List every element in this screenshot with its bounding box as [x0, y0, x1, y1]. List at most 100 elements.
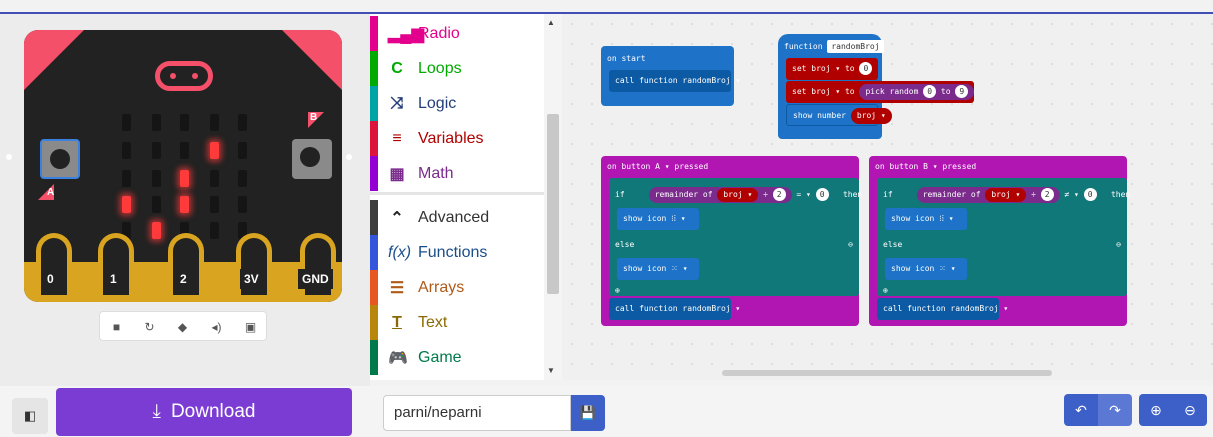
download-button[interactable]: ⤓ Download — [56, 388, 352, 436]
set-variable-block[interactable]: set broj ▾ to 0 — [786, 58, 878, 80]
led — [152, 222, 161, 239]
if-condition-row: if remainder of broj ▾ ÷ 2 ≠ ▾ 0 then — [877, 184, 1130, 206]
minus-icon[interactable]: ⊖ — [1116, 234, 1121, 256]
project-name-input[interactable]: parni/neparni — [383, 395, 571, 431]
stop-icon[interactable]: ■ — [100, 312, 133, 342]
set-variable-random-block[interactable]: set broj ▾ to pick random 0 to 9 — [786, 81, 975, 103]
function-header: function randomBroj — [778, 36, 884, 58]
call-function-block[interactable]: call function randomBroj ▾ — [609, 298, 740, 320]
toolbox-category-variables[interactable]: ≡ Variables — [370, 121, 544, 156]
chevron-up-icon: ⌃ — [390, 209, 404, 227]
toolbox-category-game[interactable]: 🎮 Game — [370, 340, 544, 375]
function-keyword: function — [784, 42, 823, 51]
on-button-b-block[interactable]: on button B ▾ pressed if remainder of br… — [869, 156, 1130, 326]
value-field[interactable]: 0 — [859, 62, 873, 75]
led — [180, 114, 189, 131]
toolbox-category-functions[interactable]: f(x) Functions — [370, 235, 544, 270]
microbit-board: A B 0 1 2 3V GND — [24, 30, 342, 302]
button-b[interactable] — [292, 139, 332, 179]
zoom-in-button[interactable]: ⊕ — [1139, 394, 1173, 426]
redo-icon: ↷ — [1109, 402, 1121, 418]
radio-icon: ▂▄▆ — [388, 25, 424, 43]
toolbox-scrollbar-thumb[interactable] — [547, 114, 559, 294]
led — [210, 196, 219, 213]
minus-icon[interactable]: ⊖ — [848, 234, 853, 256]
toolbox-category-advanced[interactable]: ⌃ Advanced — [370, 200, 544, 235]
led — [152, 114, 161, 131]
led — [122, 142, 131, 159]
collapse-simulator-button[interactable]: ◧ — [12, 398, 48, 434]
game-icon: 🎮 — [388, 349, 408, 367]
math-icon: ▦ — [389, 165, 405, 183]
function-name-field[interactable]: randomBroj — [827, 40, 884, 53]
pin-label: 3V — [240, 269, 263, 289]
led — [152, 196, 161, 213]
mute-icon[interactable]: ◂) — [200, 312, 233, 342]
led — [238, 114, 247, 131]
toolbox-category-logic[interactable]: ⤨ Logic — [370, 86, 544, 121]
save-button[interactable]: 💾 — [571, 395, 605, 431]
else-row: else ⊖ — [609, 234, 859, 256]
led — [180, 142, 189, 159]
remainder-block[interactable]: remainder of broj ▾ ÷ 2 — [916, 187, 1060, 203]
pick-random-block[interactable]: pick random 0 to 9 — [859, 84, 975, 100]
toolbox-category-loops[interactable]: C Loops — [370, 51, 544, 86]
toolbox: ▂▄▆ Radio C Loops ⤨ Logic ≡ Variables ▦ Math … — [370, 14, 544, 380]
workspace-scrollbar[interactable] — [722, 370, 1052, 376]
on-start-label: on start — [607, 54, 646, 63]
zoom-in-icon: ⊕ — [1150, 402, 1162, 418]
if-condition-row: if remainder of broj ▾ ÷ 2 = ▾ 0 then — [609, 184, 862, 206]
pin-label: 1 — [106, 269, 121, 289]
pin-label: 0 — [43, 269, 58, 289]
restart-icon[interactable]: ↻ — [133, 312, 166, 342]
led — [122, 170, 131, 187]
functions-icon: f(x) — [388, 243, 412, 261]
loops-icon: C — [391, 59, 403, 77]
scroll-up-icon[interactable]: ▲ — [547, 18, 555, 27]
show-icon-block[interactable]: show icon ⁝⁞ ▾ — [885, 208, 967, 230]
toolbox-scrollbar[interactable]: ▲ ▼ — [544, 14, 562, 380]
board-hole-left — [6, 154, 12, 160]
led — [210, 222, 219, 239]
scroll-down-icon[interactable]: ▼ — [547, 366, 555, 375]
on-button-a-block[interactable]: on button A ▾ pressed if remainder of br… — [601, 156, 862, 326]
button-b-label: B — [308, 112, 324, 128]
show-number-block[interactable]: show number broj ▾ — [786, 104, 892, 126]
microbit-logo — [155, 61, 213, 91]
board-corner-left — [24, 30, 84, 90]
simulator-panel: A B 0 1 2 3V GND ■ ↻ ◆ ◂) ▣ — [0, 14, 370, 386]
toolbox-category-math[interactable]: ▦ Math — [370, 156, 544, 191]
save-icon: 💾 — [579, 405, 597, 420]
blocks-workspace[interactable]: on start call function randomBroj ▾ func… — [562, 14, 1213, 380]
arrays-icon: ☰ — [389, 279, 405, 297]
show-icon-block[interactable]: show icon ⁙ ▾ — [885, 258, 967, 280]
button-a[interactable] — [40, 139, 80, 179]
button-a-label: A — [38, 184, 54, 200]
pin-label: 2 — [176, 269, 191, 289]
show-icon-block[interactable]: show icon ⁙ ▾ — [617, 258, 699, 280]
toolbox-category-text[interactable]: T Text — [370, 305, 544, 340]
logic-icon: ⤨ — [390, 94, 404, 112]
zoom-out-icon: ⊖ — [1184, 402, 1196, 418]
download-icon: ⤓ — [152, 401, 161, 422]
toolbox-category-radio[interactable]: ▂▄▆ Radio — [370, 16, 544, 51]
zoom-out-button[interactable]: ⊖ — [1173, 394, 1207, 426]
led — [152, 142, 161, 159]
redo-button[interactable]: ↷ — [1098, 394, 1132, 426]
led — [122, 114, 131, 131]
on-start-block[interactable]: on start call function randomBroj ▾ — [601, 46, 740, 106]
call-function-block[interactable]: call function randomBroj ▾ — [609, 70, 740, 92]
show-icon-block[interactable]: show icon ⁝⁞ ▾ — [617, 208, 699, 230]
call-function-block[interactable]: call function randomBroj ▾ — [877, 298, 1008, 320]
undo-button[interactable]: ↶ — [1064, 394, 1098, 426]
toolbox-category-arrays[interactable]: ☰ Arrays — [370, 270, 544, 305]
pin-label: GND — [298, 269, 333, 289]
remainder-block[interactable]: remainder of broj ▾ ÷ 2 — [648, 187, 792, 203]
text-icon: T — [392, 313, 402, 331]
collapse-icon: ◧ — [23, 408, 37, 423]
led — [238, 196, 247, 213]
slow-mo-icon[interactable]: ◆ — [166, 312, 199, 342]
board-hole-right — [346, 154, 352, 160]
led — [238, 142, 247, 159]
fullscreen-icon[interactable]: ▣ — [234, 312, 267, 342]
